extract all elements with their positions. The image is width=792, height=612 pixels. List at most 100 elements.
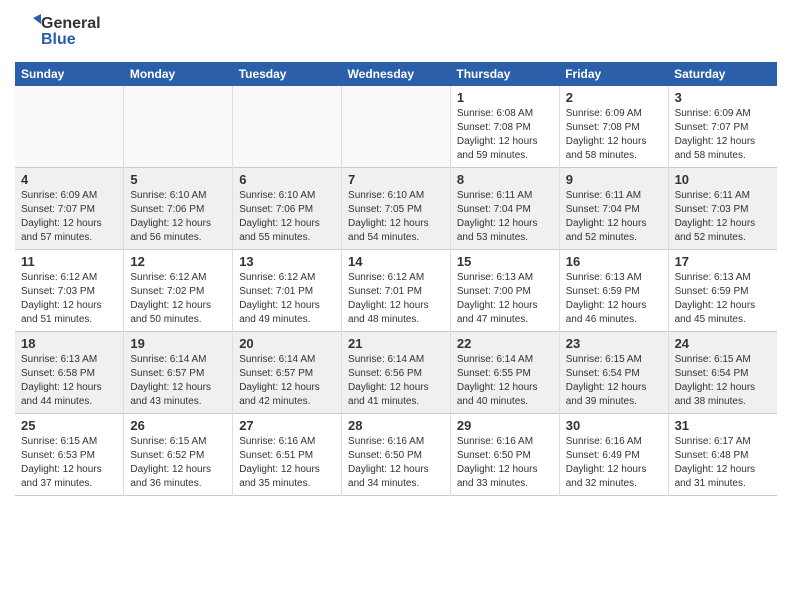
day-info: Sunrise: 6:13 AMSunset: 7:00 PMDaylight:… [457, 271, 553, 327]
day-number: 10 [675, 172, 771, 187]
calendar-cell: 7 Sunrise: 6:10 AMSunset: 7:05 PMDaylight… [342, 168, 451, 250]
calendar-cell: 16 Sunrise: 6:13 AMSunset: 6:59 PMDayligh… [559, 250, 668, 332]
calendar-body: 1Sunrise: 6:08 AMSunset: 7:08 PMDaylight… [15, 86, 777, 496]
day-info: Sunrise: 6:15 AMSunset: 6:54 PMDaylight:… [566, 353, 662, 409]
day-number: 22 [457, 336, 553, 351]
calendar-week-2: 4Sunrise: 6:09 AMSunset: 7:07 PMDaylight… [15, 168, 777, 250]
day-info: Sunrise: 6:12 AMSunset: 7:02 PMDaylight:… [130, 271, 226, 327]
calendar-cell: 14 Sunrise: 6:12 AMSunset: 7:01 PMDayligh… [342, 250, 451, 332]
day-number: 21 [348, 336, 444, 351]
calendar-cell: 4Sunrise: 6:09 AMSunset: 7:07 PMDaylight… [15, 168, 124, 250]
day-number: 7 [348, 172, 444, 187]
day-number: 29 [457, 418, 553, 433]
day-number: 11 [21, 254, 117, 269]
day-number: 1 [457, 90, 553, 105]
day-number: 25 [21, 418, 117, 433]
day-number: 30 [566, 418, 662, 433]
calendar-cell: 13 Sunrise: 6:12 AMSunset: 7:01 PMDayligh… [233, 250, 342, 332]
day-info: Sunrise: 6:09 AMSunset: 7:07 PMDaylight:… [675, 107, 771, 163]
day-number: 18 [21, 336, 117, 351]
weekday-header-saturday: Saturday [668, 62, 777, 86]
weekday-header-friday: Friday [559, 62, 668, 86]
day-number: 23 [566, 336, 662, 351]
calendar-cell: 9 Sunrise: 6:11 AMSunset: 7:04 PMDaylight… [559, 168, 668, 250]
calendar-cell: 17 Sunrise: 6:13 AMSunset: 6:59 PMDayligh… [668, 250, 777, 332]
day-number: 3 [675, 90, 771, 105]
calendar-cell: 2 Sunrise: 6:09 AMSunset: 7:08 PMDaylight… [559, 86, 668, 168]
day-info: Sunrise: 6:14 AMSunset: 6:56 PMDaylight:… [348, 353, 444, 409]
calendar-cell: 11 Sunrise: 6:12 AMSunset: 7:03 PMDayligh… [15, 250, 124, 332]
calendar-week-5: 25 Sunrise: 6:15 AMSunset: 6:53 PMDayligh… [15, 414, 777, 496]
day-info: Sunrise: 6:16 AMSunset: 6:50 PMDaylight:… [348, 435, 444, 491]
day-number: 14 [348, 254, 444, 269]
day-info: Sunrise: 6:11 AMSunset: 7:04 PMDaylight:… [566, 189, 662, 245]
weekday-header-thursday: Thursday [450, 62, 559, 86]
calendar-cell: 28Sunrise: 6:16 AMSunset: 6:50 PMDayligh… [342, 414, 451, 496]
day-info: Sunrise: 6:16 AMSunset: 6:49 PMDaylight:… [566, 435, 662, 491]
svg-text:General: General [41, 15, 101, 32]
day-info: Sunrise: 6:17 AMSunset: 6:48 PMDaylight:… [675, 435, 771, 491]
weekday-header-wednesday: Wednesday [342, 62, 451, 86]
day-number: 19 [130, 336, 226, 351]
calendar-cell: 22Sunrise: 6:14 AMSunset: 6:55 PMDayligh… [450, 332, 559, 414]
calendar-cell: 31 Sunrise: 6:17 AMSunset: 6:48 PMDayligh… [668, 414, 777, 496]
day-info: Sunrise: 6:15 AMSunset: 6:53 PMDaylight:… [21, 435, 117, 491]
calendar-cell [124, 86, 233, 168]
day-number: 26 [130, 418, 226, 433]
day-info: Sunrise: 6:13 AMSunset: 6:58 PMDaylight:… [21, 353, 117, 409]
day-info: Sunrise: 6:11 AMSunset: 7:04 PMDaylight:… [457, 189, 553, 245]
calendar-cell: 29 Sunrise: 6:16 AMSunset: 6:50 PMDayligh… [450, 414, 559, 496]
day-info: Sunrise: 6:11 AMSunset: 7:03 PMDaylight:… [675, 189, 771, 245]
logo: GeneralBlue [15, 10, 105, 54]
day-number: 13 [239, 254, 335, 269]
weekday-header-monday: Monday [124, 62, 233, 86]
day-info: Sunrise: 6:10 AMSunset: 7:05 PMDaylight:… [348, 189, 444, 245]
calendar-week-1: 1Sunrise: 6:08 AMSunset: 7:08 PMDaylight… [15, 86, 777, 168]
day-number: 6 [239, 172, 335, 187]
day-info: Sunrise: 6:15 AMSunset: 6:54 PMDaylight:… [675, 353, 771, 409]
day-number: 16 [566, 254, 662, 269]
day-info: Sunrise: 6:10 AMSunset: 7:06 PMDaylight:… [239, 189, 335, 245]
day-number: 17 [675, 254, 771, 269]
calendar-cell: 27Sunrise: 6:16 AMSunset: 6:51 PMDayligh… [233, 414, 342, 496]
day-number: 2 [566, 90, 662, 105]
day-number: 9 [566, 172, 662, 187]
day-info: Sunrise: 6:09 AMSunset: 7:07 PMDaylight:… [21, 189, 117, 245]
day-info: Sunrise: 6:13 AMSunset: 6:59 PMDaylight:… [566, 271, 662, 327]
calendar-cell: 5 Sunrise: 6:10 AMSunset: 7:06 PMDaylight… [124, 168, 233, 250]
day-number: 8 [457, 172, 553, 187]
calendar-cell: 30 Sunrise: 6:16 AMSunset: 6:49 PMDayligh… [559, 414, 668, 496]
day-info: Sunrise: 6:09 AMSunset: 7:08 PMDaylight:… [566, 107, 662, 163]
calendar-cell: 23 Sunrise: 6:15 AMSunset: 6:54 PMDayligh… [559, 332, 668, 414]
calendar-cell: 18 Sunrise: 6:13 AMSunset: 6:58 PMDayligh… [15, 332, 124, 414]
calendar-cell: 10 Sunrise: 6:11 AMSunset: 7:03 PMDayligh… [668, 168, 777, 250]
day-info: Sunrise: 6:12 AMSunset: 7:03 PMDaylight:… [21, 271, 117, 327]
calendar-cell [15, 86, 124, 168]
calendar-cell: 6 Sunrise: 6:10 AMSunset: 7:06 PMDaylight… [233, 168, 342, 250]
day-info: Sunrise: 6:16 AMSunset: 6:51 PMDaylight:… [239, 435, 335, 491]
calendar-header: SundayMondayTuesdayWednesdayThursdayFrid… [15, 62, 777, 86]
calendar-cell: 19 Sunrise: 6:14 AMSunset: 6:57 PMDayligh… [124, 332, 233, 414]
day-number: 5 [130, 172, 226, 187]
calendar-cell: 21 Sunrise: 6:14 AMSunset: 6:56 PMDayligh… [342, 332, 451, 414]
calendar-week-4: 18 Sunrise: 6:13 AMSunset: 6:58 PMDayligh… [15, 332, 777, 414]
calendar-table: SundayMondayTuesdayWednesdayThursdayFrid… [15, 62, 777, 496]
weekday-header-tuesday: Tuesday [233, 62, 342, 86]
weekday-header-sunday: Sunday [15, 62, 124, 86]
day-info: Sunrise: 6:12 AMSunset: 7:01 PMDaylight:… [239, 271, 335, 327]
page-header: GeneralBlue [15, 10, 777, 54]
day-info: Sunrise: 6:16 AMSunset: 6:50 PMDaylight:… [457, 435, 553, 491]
calendar-cell: 12Sunrise: 6:12 AMSunset: 7:02 PMDayligh… [124, 250, 233, 332]
calendar-cell [233, 86, 342, 168]
calendar-cell: 15Sunrise: 6:13 AMSunset: 7:00 PMDayligh… [450, 250, 559, 332]
logo-svg: GeneralBlue [15, 10, 105, 54]
calendar-cell: 1Sunrise: 6:08 AMSunset: 7:08 PMDaylight… [450, 86, 559, 168]
day-number: 31 [675, 418, 771, 433]
calendar-cell [342, 86, 451, 168]
day-info: Sunrise: 6:10 AMSunset: 7:06 PMDaylight:… [130, 189, 226, 245]
calendar-cell: 24 Sunrise: 6:15 AMSunset: 6:54 PMDayligh… [668, 332, 777, 414]
day-info: Sunrise: 6:14 AMSunset: 6:57 PMDaylight:… [130, 353, 226, 409]
day-number: 24 [675, 336, 771, 351]
day-info: Sunrise: 6:13 AMSunset: 6:59 PMDaylight:… [675, 271, 771, 327]
day-info: Sunrise: 6:12 AMSunset: 7:01 PMDaylight:… [348, 271, 444, 327]
